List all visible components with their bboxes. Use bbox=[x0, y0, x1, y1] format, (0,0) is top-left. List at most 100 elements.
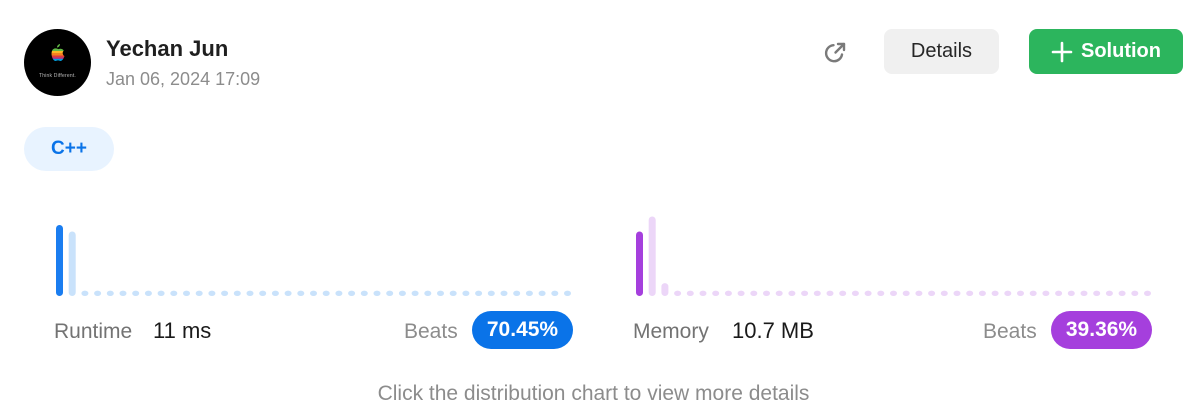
avatar-caption: Think Different. bbox=[38, 73, 76, 79]
memory-distribution-bar[interactable] bbox=[788, 290, 796, 296]
memory-distribution-bar[interactable] bbox=[928, 290, 936, 296]
runtime-distribution-bar[interactable] bbox=[500, 290, 508, 296]
memory-distribution-bar[interactable] bbox=[1144, 290, 1151, 296]
runtime-distribution-bar[interactable] bbox=[360, 290, 368, 296]
runtime-distribution-bar[interactable] bbox=[424, 290, 432, 296]
runtime-distribution-bar[interactable] bbox=[437, 290, 444, 296]
chart-hint-text: Click the distribution chart to view mor… bbox=[377, 382, 810, 405]
memory-distribution-bar[interactable] bbox=[801, 290, 809, 296]
runtime-distribution-bar[interactable] bbox=[271, 290, 279, 296]
runtime-distribution-bar[interactable] bbox=[373, 290, 381, 296]
avatar[interactable]: Think Different. bbox=[24, 29, 91, 96]
memory-distribution-bar[interactable] bbox=[775, 290, 783, 296]
memory-distribution-bar[interactable] bbox=[1105, 290, 1113, 296]
submission-timestamp: Jan 06, 2024 17:09 bbox=[106, 69, 261, 89]
runtime-distribution-bar[interactable] bbox=[68, 231, 76, 297]
memory-distribution-bar[interactable] bbox=[890, 290, 897, 296]
runtime-distribution-bar[interactable] bbox=[513, 290, 521, 296]
memory-distribution-bar[interactable] bbox=[674, 290, 682, 296]
memory-distribution-bar[interactable] bbox=[991, 290, 999, 296]
runtime-distribution-bar[interactable] bbox=[56, 225, 63, 296]
memory-distribution-bar[interactable] bbox=[851, 290, 859, 296]
runtime-distribution-bar[interactable] bbox=[335, 290, 343, 296]
plus-icon bbox=[1051, 41, 1073, 62]
runtime-distribution-bar[interactable] bbox=[449, 290, 457, 296]
runtime-distribution-bar[interactable] bbox=[132, 290, 140, 296]
runtime-distribution-bar[interactable] bbox=[246, 290, 254, 296]
runtime-distribution-bar[interactable] bbox=[233, 290, 241, 296]
runtime-distribution-bar[interactable] bbox=[322, 290, 330, 296]
memory-distribution-bar[interactable] bbox=[1017, 290, 1024, 296]
runtime-distribution-bar[interactable] bbox=[259, 290, 267, 296]
runtime-distribution-bar[interactable] bbox=[183, 290, 190, 296]
memory-distribution-bar[interactable] bbox=[750, 290, 758, 296]
memory-distribution-bar[interactable] bbox=[1004, 290, 1012, 296]
runtime-distribution-bar[interactable] bbox=[462, 290, 470, 296]
share-button[interactable] bbox=[818, 36, 852, 70]
add-solution-button[interactable]: Solution bbox=[1029, 29, 1183, 74]
runtime-distribution-bar[interactable] bbox=[157, 290, 165, 296]
memory-distribution-bar[interactable] bbox=[940, 290, 948, 296]
memory-distribution-bar[interactable] bbox=[724, 290, 732, 296]
memory-beats-badge: 39.36% bbox=[1051, 311, 1152, 349]
runtime-distribution-bar[interactable] bbox=[348, 290, 356, 296]
memory-distribution-bar[interactable] bbox=[839, 290, 847, 296]
memory-distribution-bar[interactable] bbox=[763, 290, 770, 296]
memory-distribution-chart[interactable] bbox=[634, 210, 1152, 300]
runtime-distribution-bar[interactable] bbox=[398, 290, 406, 296]
memory-distribution-bar[interactable] bbox=[902, 290, 910, 296]
memory-distribution-bar[interactable] bbox=[1080, 290, 1088, 296]
runtime-distribution-bar[interactable] bbox=[564, 290, 571, 296]
memory-distribution-bar[interactable] bbox=[1055, 290, 1063, 296]
runtime-distribution-bar[interactable] bbox=[170, 290, 178, 296]
memory-distribution-bar[interactable] bbox=[636, 231, 643, 297]
memory-distribution-bar[interactable] bbox=[1131, 290, 1139, 296]
details-button[interactable]: Details bbox=[884, 29, 999, 74]
memory-distribution-bar[interactable] bbox=[966, 290, 974, 296]
memory-distribution-bar[interactable] bbox=[813, 290, 821, 296]
runtime-distribution-bar[interactable] bbox=[106, 290, 114, 296]
memory-distribution-bar[interactable] bbox=[1029, 290, 1037, 296]
memory-distribution-bar[interactable] bbox=[826, 290, 834, 296]
memory-distribution-bar[interactable] bbox=[864, 290, 872, 296]
memory-distribution-bar[interactable] bbox=[699, 290, 707, 296]
memory-distribution-bar[interactable] bbox=[686, 290, 694, 296]
memory-distribution-bar[interactable] bbox=[978, 290, 986, 296]
memory-distribution-bar[interactable] bbox=[648, 216, 656, 297]
runtime-distribution-chart[interactable] bbox=[54, 210, 572, 300]
runtime-distribution-bar[interactable] bbox=[310, 290, 317, 296]
memory-distribution-bar[interactable] bbox=[1093, 290, 1101, 296]
runtime-distribution-bar[interactable] bbox=[81, 290, 89, 296]
runtime-distribution-bar[interactable] bbox=[94, 290, 102, 296]
memory-distribution-bar[interactable] bbox=[661, 283, 669, 296]
runtime-distribution-bar[interactable] bbox=[119, 290, 127, 296]
runtime-distribution-bar[interactable] bbox=[144, 290, 152, 296]
runtime-distribution-bar[interactable] bbox=[475, 290, 483, 296]
memory-distribution-bar[interactable] bbox=[915, 290, 923, 296]
solution-button-label: Solution bbox=[1081, 40, 1161, 62]
memory-beats-label: Beats bbox=[983, 320, 1037, 343]
memory-distribution-bar[interactable] bbox=[1118, 290, 1126, 296]
memory-distribution-bar[interactable] bbox=[737, 290, 745, 296]
memory-distribution-bar[interactable] bbox=[953, 290, 961, 296]
apple-logo-icon bbox=[51, 44, 65, 61]
memory-distribution-bar[interactable] bbox=[712, 290, 720, 296]
runtime-distribution-bar[interactable] bbox=[208, 290, 216, 296]
memory-distribution-bar[interactable] bbox=[877, 290, 885, 296]
runtime-distribution-bar[interactable] bbox=[525, 290, 533, 296]
runtime-distribution-bar[interactable] bbox=[297, 290, 305, 296]
user-name[interactable]: Yechan Jun bbox=[106, 36, 228, 62]
runtime-distribution-bar[interactable] bbox=[538, 290, 546, 296]
runtime-value: 11 ms bbox=[153, 318, 212, 343]
runtime-distribution-bar[interactable] bbox=[284, 290, 292, 296]
runtime-distribution-bar[interactable] bbox=[195, 290, 203, 296]
share-icon bbox=[824, 42, 846, 63]
runtime-distribution-bar[interactable] bbox=[551, 290, 559, 296]
runtime-distribution-bar[interactable] bbox=[411, 290, 419, 296]
language-tag[interactable]: C++ bbox=[24, 127, 114, 171]
memory-distribution-bar[interactable] bbox=[1042, 290, 1050, 296]
runtime-distribution-bar[interactable] bbox=[487, 290, 495, 296]
runtime-distribution-bar[interactable] bbox=[221, 290, 229, 296]
runtime-distribution-bar[interactable] bbox=[386, 290, 394, 296]
memory-distribution-bar[interactable] bbox=[1067, 290, 1075, 296]
